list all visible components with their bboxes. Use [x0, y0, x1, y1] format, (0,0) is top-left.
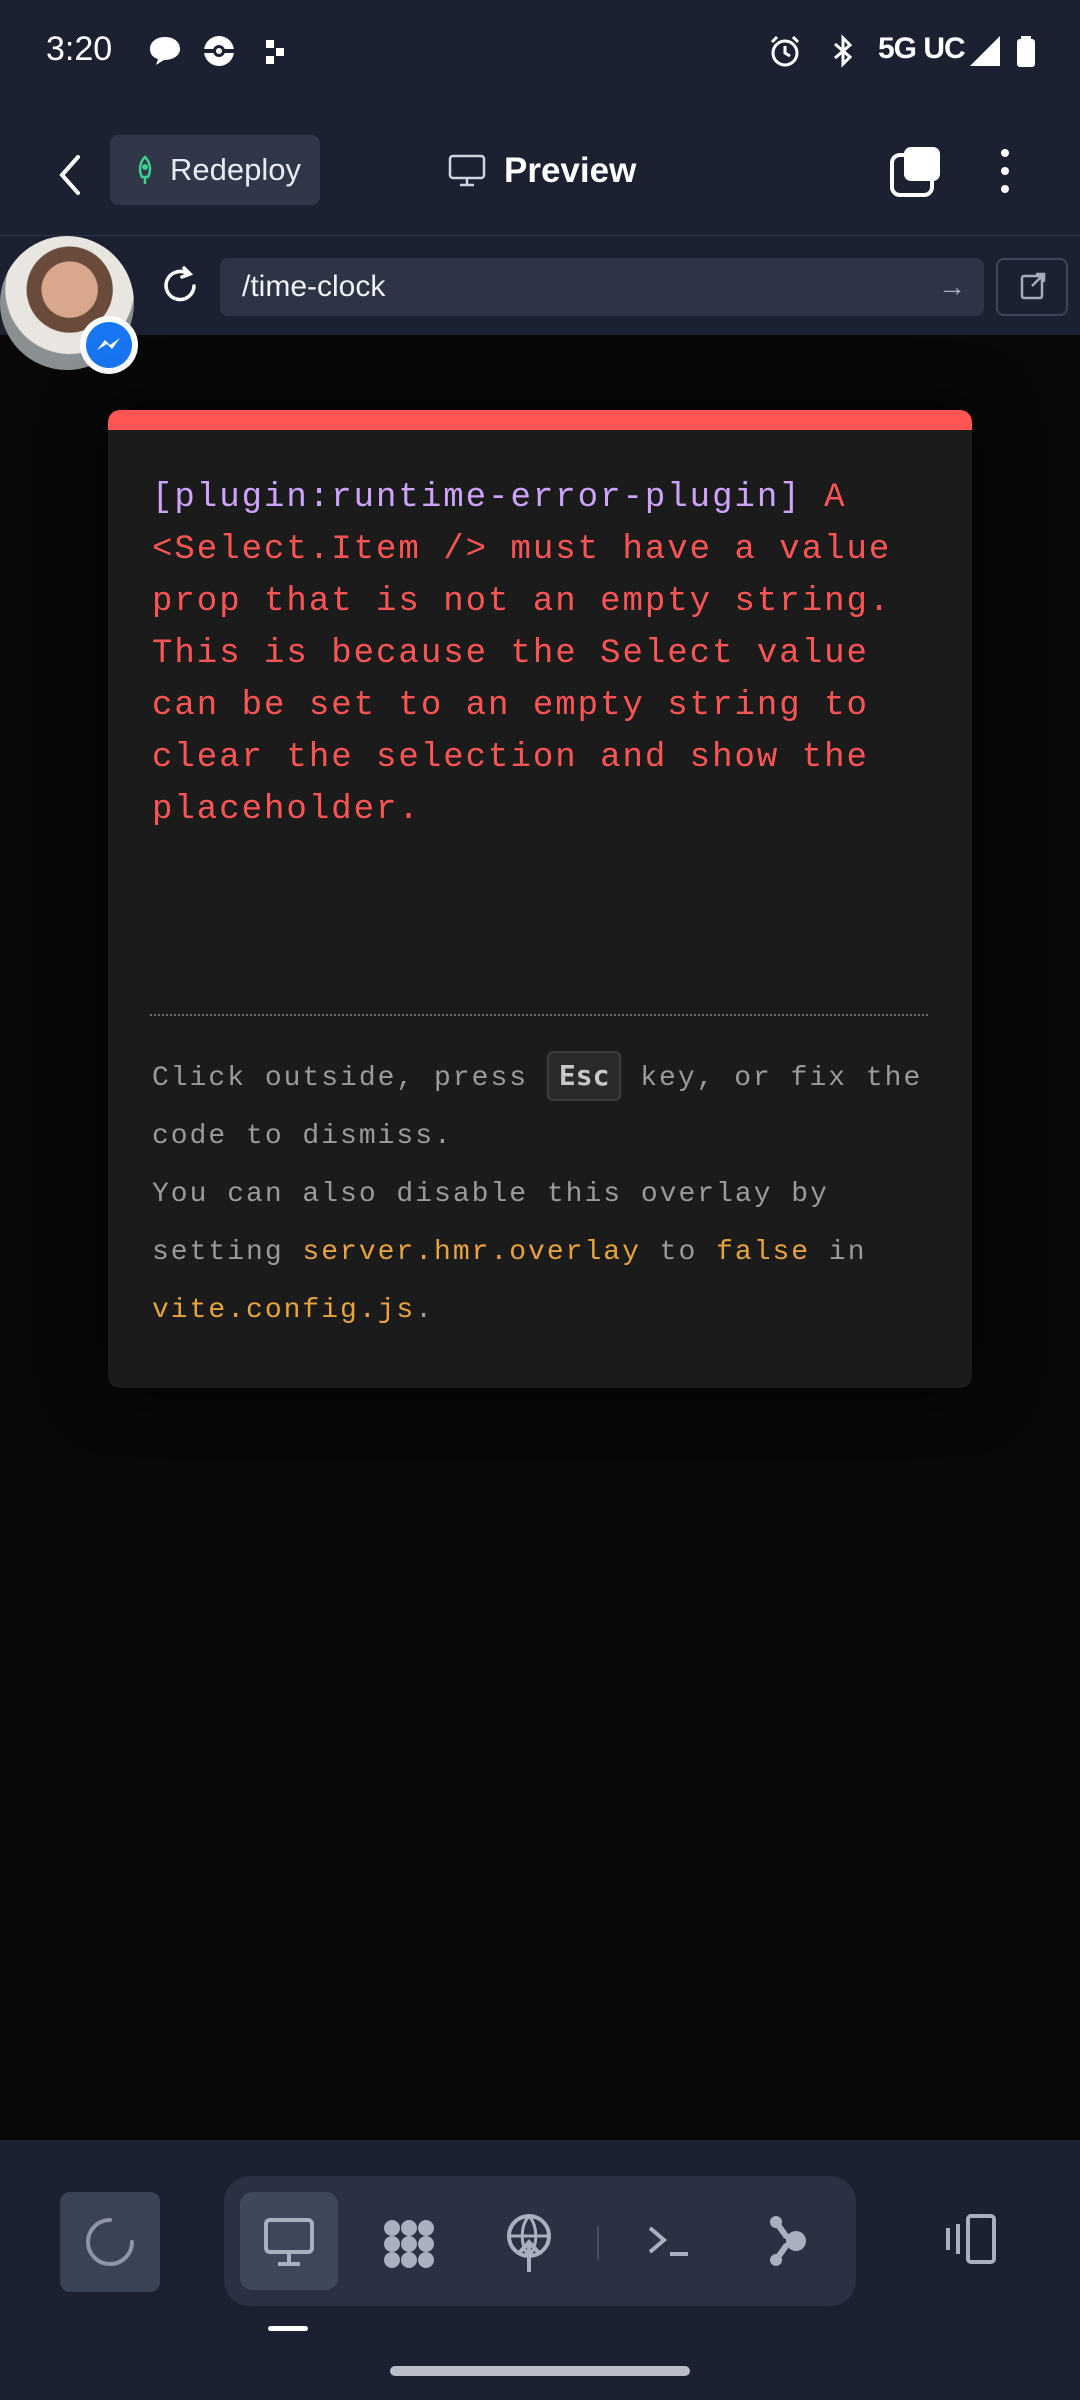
code-false: false	[716, 1237, 811, 1268]
code-vite-config: vite.config.js	[152, 1295, 416, 1326]
url-bar: /time-clock →	[0, 235, 1080, 335]
loading-button[interactable]	[60, 2192, 160, 2292]
external-link-icon	[1020, 272, 1046, 300]
tabs-icon[interactable]	[888, 143, 944, 199]
monitor-icon	[448, 154, 486, 187]
spinner-icon	[86, 2218, 134, 2266]
messenger-badge	[80, 316, 138, 374]
redeploy-label: Redeploy	[170, 152, 301, 187]
chat-bubble-icon	[150, 37, 180, 65]
terminal-icon	[648, 2226, 688, 2256]
status-time: 3:20	[46, 30, 113, 68]
tip-text: to	[640, 1237, 717, 1268]
tip-text: Click outside, press	[152, 1063, 547, 1094]
tool-preview[interactable]	[240, 2192, 338, 2290]
messenger-icon	[97, 338, 120, 350]
reload-icon[interactable]	[158, 264, 202, 308]
app-bar: Redeploy Preview	[0, 125, 1080, 235]
home-gesture-bar[interactable]	[390, 2366, 690, 2376]
monitor-icon	[264, 2218, 314, 2266]
esc-key: Esc	[546, 1051, 622, 1101]
url-path: /time-clock	[242, 270, 386, 303]
back-arrow-icon[interactable]	[50, 147, 90, 203]
signal-icon	[970, 36, 1000, 66]
git-icon	[770, 2216, 806, 2266]
tip-text: in	[810, 1237, 867, 1268]
alarm-icon	[770, 35, 800, 67]
active-tab-indicator	[268, 2326, 308, 2331]
go-arrow-icon[interactable]: →	[938, 258, 966, 316]
dismiss-tip: Click outside, press Esc key, or fix the…	[152, 1050, 942, 1340]
top-bar: 3:20 5G UC Redeploy Preview	[0, 0, 1080, 235]
battery-icon	[1017, 36, 1035, 67]
error-accent-stripe	[108, 410, 972, 430]
tool-deploy[interactable]	[480, 2192, 578, 2290]
rocket-icon	[138, 155, 152, 184]
error-message: [plugin:runtime-error-plugin] A <Select.…	[152, 472, 942, 836]
bluetooth-icon	[834, 34, 853, 68]
bottom-toolbar	[0, 2140, 1080, 2400]
pokeball-icon	[204, 36, 234, 66]
packages-icon	[384, 2220, 434, 2268]
panel-toggle-icon[interactable]	[940, 2210, 1000, 2270]
url-input[interactable]: /time-clock →	[220, 258, 984, 316]
error-overlay: [plugin:runtime-error-plugin] A <Select.…	[108, 410, 972, 1388]
dots-grid-icon	[266, 40, 284, 64]
status-bar: 3:20 5G UC	[0, 0, 1080, 105]
toolbar-separator	[597, 2226, 599, 2260]
error-plugin: [plugin:runtime-error-plugin]	[152, 479, 802, 517]
more-vert-icon[interactable]	[990, 143, 1020, 199]
tool-terminal[interactable]	[620, 2192, 718, 2290]
preview-label: Preview	[504, 151, 637, 190]
tool-group	[224, 2176, 856, 2306]
redeploy-button[interactable]: Redeploy	[110, 135, 320, 205]
tip-text: .	[415, 1295, 435, 1326]
preview-title: Preview	[448, 141, 636, 201]
tool-git[interactable]	[740, 2192, 838, 2290]
error-text: A <Select.Item /> must have a value prop…	[152, 479, 892, 829]
deploy-icon	[507, 2214, 551, 2272]
network-type: 5G UC	[878, 32, 966, 65]
open-external-button[interactable]	[996, 258, 1068, 316]
tool-packages[interactable]	[360, 2192, 458, 2290]
code-server-hmr-overlay: server.hmr.overlay	[302, 1237, 641, 1268]
divider	[150, 1014, 928, 1016]
